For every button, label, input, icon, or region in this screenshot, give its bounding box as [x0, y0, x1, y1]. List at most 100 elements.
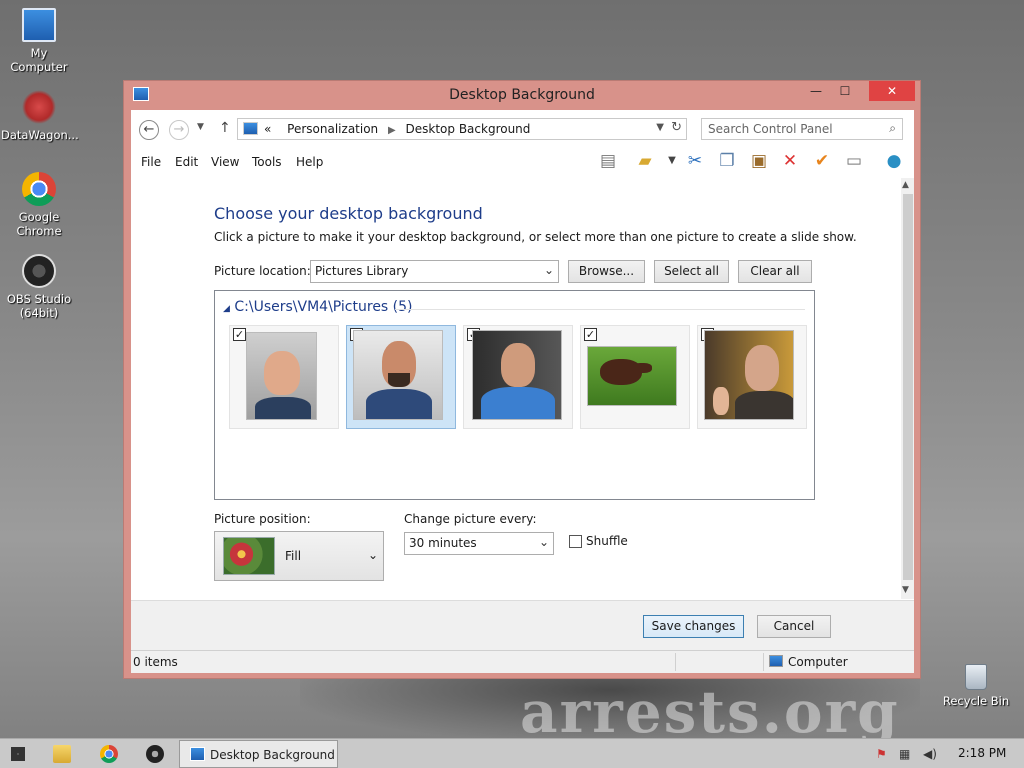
breadcrumb-personalization[interactable]: Personalization	[287, 122, 378, 136]
picture-thumbnail	[472, 330, 562, 420]
file-explorer-icon[interactable]	[53, 745, 71, 763]
address-bar[interactable]: « Personalization ▶ Desktop Background ▼…	[237, 118, 687, 140]
recent-pages-icon[interactable]: ▼	[197, 122, 204, 132]
chevron-down-icon: ⌄	[538, 535, 549, 549]
picture-position-select[interactable]: Fill ⌄	[214, 531, 384, 581]
picture-position-value: Fill	[285, 549, 302, 563]
delete-icon[interactable]: ✕	[779, 150, 801, 172]
breadcrumb-desktop-background[interactable]: Desktop Background	[406, 122, 531, 136]
picture-gallery: ◢ C:\Users\VM4\Pictures (5) ✓ ✓	[214, 290, 815, 500]
page-title: Choose your desktop background	[214, 204, 483, 223]
layout-icon[interactable]: ▤	[597, 150, 619, 172]
folder-check-icon[interactable]: ▰	[634, 150, 656, 172]
desktop-icon-obs[interactable]: OBS Studio (64bit)	[1, 254, 77, 320]
desktop-icon-label: DataWagon...	[1, 128, 79, 142]
picture-checkbox[interactable]: ✓	[584, 328, 597, 341]
close-button[interactable]: ✕	[869, 81, 915, 101]
volume-icon[interactable]: ◀)	[923, 747, 937, 761]
scroll-up-icon[interactable]: ▲	[902, 180, 909, 190]
menu-view[interactable]: View	[211, 155, 239, 169]
item-count: 0 items	[133, 655, 178, 669]
picture-position-label: Picture position:	[214, 512, 311, 526]
picture-location-select[interactable]: Pictures Library ⌄	[310, 260, 559, 283]
save-changes-button[interactable]: Save changes	[643, 615, 744, 638]
content-pane: Choose your desktop background Click a p…	[131, 178, 900, 599]
network-icon[interactable]: ▦	[899, 747, 910, 761]
picture-tile-4[interactable]: ✓	[580, 325, 690, 429]
dropdown-arrow-icon[interactable]: ▼	[661, 150, 683, 172]
forward-button[interactable]: →	[169, 120, 189, 140]
desktop-icon-recycle-bin[interactable]: Recycle Bin	[938, 664, 1014, 708]
control-panel-icon	[190, 747, 205, 761]
desktop-icon-label: Google Chrome	[16, 210, 62, 238]
status-divider	[763, 653, 764, 671]
chrome-icon[interactable]	[100, 745, 118, 763]
picture-tile-1[interactable]: ✓	[229, 325, 339, 429]
change-picture-label: Change picture every:	[404, 512, 537, 526]
change-interval-select[interactable]: 30 minutes ⌄	[404, 532, 554, 555]
menu-file[interactable]: File	[141, 155, 161, 169]
maximize-button[interactable]: ☐	[831, 81, 859, 101]
action-center-flag-icon[interactable]: ⚑	[876, 747, 887, 761]
group-header-label: C:\Users\VM4\Pictures (5)	[234, 299, 413, 315]
breadcrumb-overflow[interactable]: «	[264, 122, 271, 136]
globe-icon[interactable]: ●	[883, 150, 905, 172]
shuffle-label[interactable]: Shuffle	[586, 534, 628, 548]
scrollbar-thumb[interactable]	[903, 194, 913, 580]
page-description: Click a picture to make it your desktop …	[214, 230, 857, 244]
desktop-icon-my-computer[interactable]: My Computer	[1, 8, 77, 74]
select-all-button[interactable]: Select all	[654, 260, 729, 283]
menu-help[interactable]: Help	[296, 155, 323, 169]
desktop-background-window: Desktop Background — ☐ ✕ ← → ▼ ↑ « Perso…	[123, 80, 921, 679]
shuffle-checkbox-box[interactable]	[569, 535, 582, 548]
desktop-icon-chrome[interactable]: Google Chrome	[1, 172, 77, 238]
picture-tile-5[interactable]: ✓	[697, 325, 807, 429]
minimize-button[interactable]: —	[802, 81, 830, 101]
search-input[interactable]	[708, 120, 878, 138]
picture-tile-3[interactable]: ✓	[463, 325, 573, 429]
desktop-icon-datawagon[interactable]: DataWagon...	[1, 90, 79, 142]
vertical-scrollbar[interactable]: ▲ ▼	[901, 178, 914, 599]
windows-start-icon[interactable]	[11, 747, 25, 761]
search-icon[interactable]: ⌕	[889, 121, 896, 136]
computer-icon	[22, 8, 56, 42]
picture-tile-2[interactable]: ✓	[346, 325, 456, 429]
refresh-icon[interactable]: ↻	[671, 120, 682, 135]
clear-all-button[interactable]: Clear all	[738, 260, 812, 283]
properties-icon[interactable]: ▭	[843, 150, 865, 172]
back-button[interactable]: ←	[139, 120, 159, 140]
dialog-footer: Save changes Cancel	[131, 600, 914, 650]
picture-thumbnail	[353, 330, 443, 420]
obs-icon	[22, 254, 56, 288]
picture-thumbnail	[704, 330, 794, 420]
menu-edit[interactable]: Edit	[175, 155, 198, 169]
chevron-right-icon: ▶	[387, 125, 396, 136]
taskbar-button-label: Desktop Background	[210, 748, 335, 762]
paste-icon[interactable]: ▣	[748, 150, 770, 172]
computer-icon	[769, 655, 783, 667]
picture-checkbox[interactable]: ✓	[233, 328, 246, 341]
status-divider	[675, 653, 676, 671]
chevron-down-icon: ⌄	[367, 548, 378, 562]
taskbar-button-desktop-background[interactable]: Desktop Background	[179, 740, 338, 768]
taskbar-clock[interactable]: 2:18 PM	[958, 746, 1006, 760]
obs-icon[interactable]	[146, 745, 164, 763]
scroll-down-icon[interactable]: ▼	[902, 585, 909, 595]
position-preview-image	[223, 537, 275, 575]
check-icon[interactable]: ✔	[811, 150, 833, 172]
group-divider	[395, 309, 805, 310]
cancel-button[interactable]: Cancel	[757, 615, 831, 638]
search-box[interactable]: ⌕	[701, 118, 903, 140]
copy-icon[interactable]: ❐	[716, 150, 738, 172]
title-bar[interactable]: Desktop Background — ☐ ✕	[124, 81, 920, 109]
browse-button[interactable]: Browse...	[568, 260, 645, 283]
status-location: Computer	[788, 655, 848, 669]
up-arrow-icon[interactable]: ↑	[219, 120, 231, 136]
cut-icon[interactable]: ✂	[684, 150, 706, 172]
recycle-bin-icon	[965, 664, 987, 690]
group-header[interactable]: ◢ C:\Users\VM4\Pictures (5)	[223, 299, 413, 315]
collapse-arrow-icon[interactable]: ◢	[223, 304, 230, 314]
address-dropdown-icon[interactable]: ▼	[656, 122, 664, 133]
picture-thumbnail	[246, 332, 317, 420]
menu-tools[interactable]: Tools	[252, 155, 282, 169]
